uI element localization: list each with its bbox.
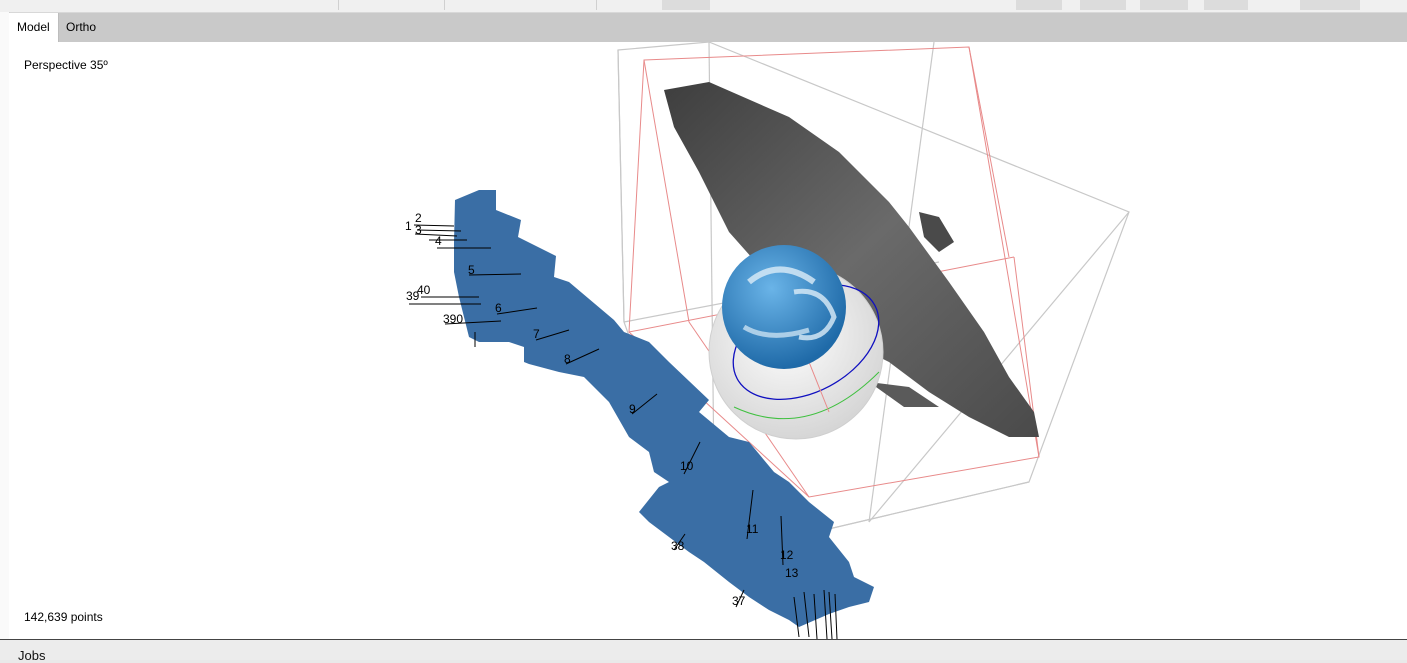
camera-label: 38 <box>671 539 685 553</box>
camera-label: 1 <box>405 219 412 233</box>
toolbar-separator <box>596 0 597 10</box>
view-tab-bar: Model Ortho <box>9 13 1407 42</box>
bottom-panel: Jobs <box>0 639 1407 663</box>
camera-label: 9 <box>629 402 636 416</box>
camera-label: 7 <box>533 327 540 341</box>
camera-label: 12 <box>780 548 794 562</box>
tab-model[interactable]: Model <box>9 13 59 42</box>
camera-label: 40 <box>417 283 431 297</box>
camera-label: 10 <box>680 459 694 473</box>
3d-viewport[interactable]: Perspective 35º 142,639 points 1 2 3 4 5… <box>9 42 1407 639</box>
camera-label: 3 <box>415 223 422 237</box>
toolbar-button[interactable] <box>1204 0 1248 10</box>
camera-label: 4 <box>435 234 442 248</box>
toolbar-button[interactable] <box>1016 0 1062 10</box>
bottom-panel-title[interactable]: Jobs <box>18 648 45 663</box>
toolbar-button[interactable] <box>1300 0 1360 10</box>
toolbar-button[interactable] <box>662 0 710 10</box>
camera-label: 13 <box>785 566 799 580</box>
camera-label: 390 <box>443 312 463 326</box>
tab-ortho[interactable]: Ortho <box>58 13 104 42</box>
scene-canvas: 1 2 3 4 5 39 40 6 390 7 8 9 10 11 12 13 … <box>405 42 1130 639</box>
ball-object <box>722 245 846 369</box>
toolbar-strip <box>0 0 1407 13</box>
toolbar-separator <box>338 0 339 10</box>
camera-label: 5 <box>468 263 475 277</box>
toolbar-button[interactable] <box>1140 0 1188 10</box>
camera-label: 37 <box>732 594 746 608</box>
camera-label: 8 <box>564 352 571 366</box>
camera-label: 6 <box>495 301 502 315</box>
toolbar-separator <box>444 0 445 10</box>
toolbar-button[interactable] <box>1080 0 1126 10</box>
camera-label: 11 <box>746 522 759 536</box>
